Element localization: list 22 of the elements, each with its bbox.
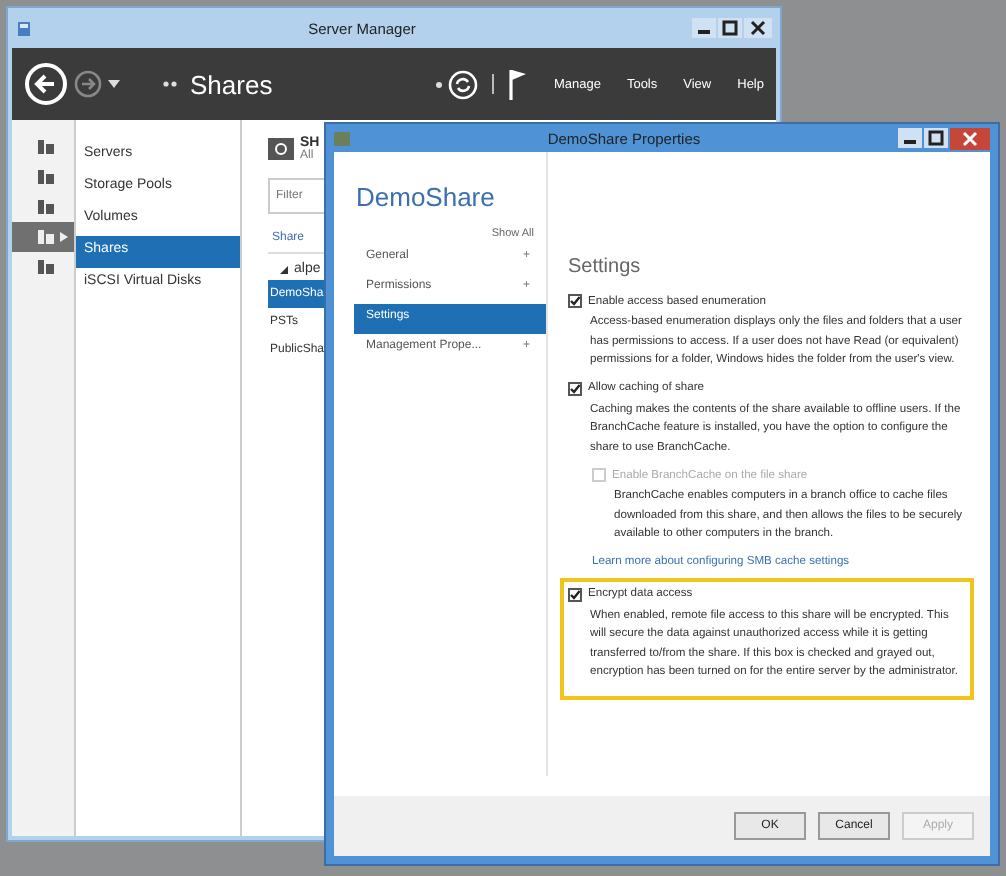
back-icon[interactable] [24,62,68,106]
checkbox[interactable] [568,294,582,308]
checkbox[interactable] [568,381,582,395]
sidebar-icon[interactable] [12,222,74,252]
section-title: Settings [568,256,643,278]
share-icon [268,136,294,160]
dot-icon [435,81,442,87]
minimize-icon[interactable] [692,18,716,38]
dialog-heading: DemoShare [354,182,497,212]
collapse-icon[interactable] [280,266,288,274]
refresh-icon[interactable] [447,69,478,99]
close-icon[interactable] [744,18,772,38]
dropdown-icon[interactable] [108,80,120,88]
checkbox[interactable] [568,587,582,601]
app-icon [334,131,350,145]
minimize-icon[interactable] [898,128,922,148]
maximize-icon[interactable] [924,128,948,148]
breadcrumb[interactable]: Shares [190,69,273,99]
breadcrumb-icon [162,80,178,88]
app-icon [16,19,32,37]
maximize-icon[interactable] [718,18,742,38]
flag-icon[interactable] [507,68,528,100]
